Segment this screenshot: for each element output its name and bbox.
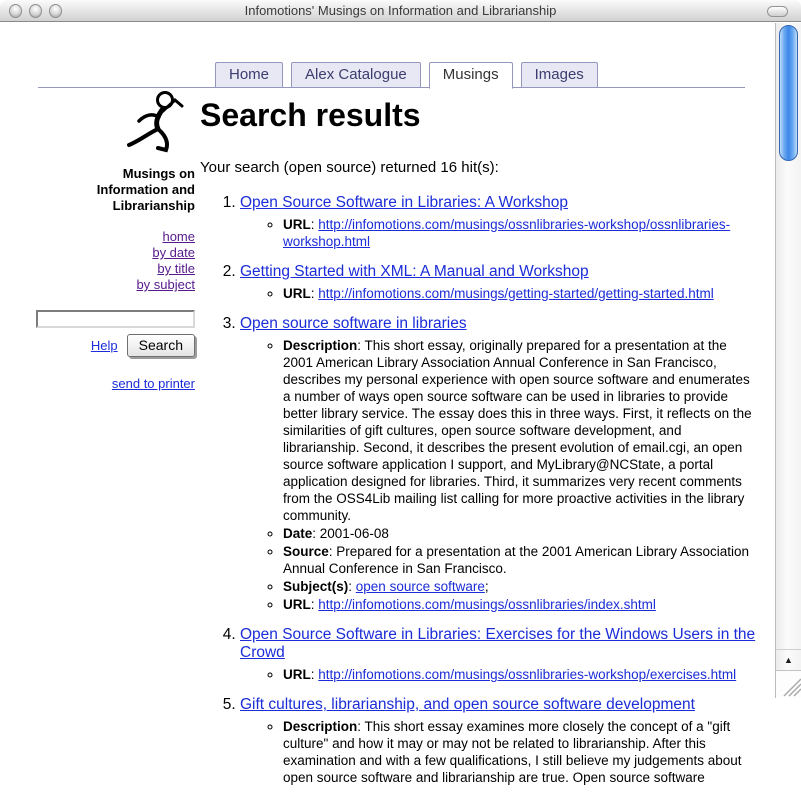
result-detail: Subject(s): open source software; xyxy=(283,578,758,595)
detail-label: Source xyxy=(283,544,329,559)
detail-label: URL xyxy=(283,286,311,301)
zoom-button[interactable] xyxy=(49,4,62,18)
result-title-link[interactable]: Gift cultures, librarianship, and open s… xyxy=(240,696,695,713)
result-detail: URL: http://infomotions.com/musings/ossn… xyxy=(283,596,758,613)
window-title: Infomotions' Musings on Information and … xyxy=(0,0,801,21)
result-detail: Description: This short essay, originall… xyxy=(283,337,758,524)
tab-alex-catalogue[interactable]: Alex Catalogue xyxy=(291,62,421,88)
page-title: Search results xyxy=(200,98,758,134)
window-resize-grip[interactable] xyxy=(776,670,801,698)
site-logo-dancing-figure-icon[interactable] xyxy=(115,90,187,154)
sidebar: Musings on Information and Librarianship… xyxy=(36,90,195,391)
result-details: URL: http://infomotions.com/musings/ossn… xyxy=(240,666,758,683)
tab-images[interactable]: Images xyxy=(521,62,598,88)
sidebar-link-by-subject[interactable]: by subject xyxy=(36,277,195,293)
sidebar-link-by-title[interactable]: by title xyxy=(36,261,195,277)
result-detail: URL: http://infomotions.com/musings/ossn… xyxy=(283,666,758,683)
send-to-printer-link[interactable]: send to printer xyxy=(112,376,195,391)
detail-label: Subject(s) xyxy=(283,579,348,594)
result-details: Description: This short essay, originall… xyxy=(240,337,758,613)
result-item: Getting Started with XML: A Manual and W… xyxy=(240,263,758,302)
results-list: Open Source Software in Libraries: A Wor… xyxy=(200,194,758,786)
result-title-link[interactable]: Getting Started with XML: A Manual and W… xyxy=(240,263,589,280)
sidebar-nav: homeby dateby titleby subject xyxy=(36,229,195,293)
result-item: Open source software in libraries Descrip… xyxy=(240,315,758,613)
result-item: Open Source Software in Libraries: Exerc… xyxy=(240,626,758,684)
result-url-link[interactable]: http://infomotions.com/musings/getting-s… xyxy=(318,286,713,301)
vertical-scrollbar[interactable]: ▲ xyxy=(775,23,801,698)
result-details: URL: http://infomotions.com/musings/gett… xyxy=(240,285,758,302)
search-button[interactable]: Search xyxy=(127,334,195,357)
detail-label: URL xyxy=(283,597,311,612)
result-detail: Date: 2001-06-08 xyxy=(283,525,758,542)
tab-bar: Home Alex Catalogue Musings Images xyxy=(215,62,598,89)
search-input[interactable] xyxy=(36,310,195,328)
sidebar-link-home[interactable]: home xyxy=(36,229,195,245)
result-detail: URL: http://infomotions.com/musings/ossn… xyxy=(283,216,758,250)
result-url-link[interactable]: http://infomotions.com/musings/ossnlibra… xyxy=(283,217,730,249)
result-item: Open Source Software in Libraries: A Wor… xyxy=(240,194,758,250)
result-url-link[interactable]: http://infomotions.com/musings/ossnlibra… xyxy=(318,667,736,682)
tab-home[interactable]: Home xyxy=(215,62,283,88)
site-name-line: Information and xyxy=(36,182,195,198)
search-summary: Your search (open source) returned 16 hi… xyxy=(200,159,758,176)
site-name: Musings on Information and Librarianship xyxy=(36,166,195,214)
subject-link[interactable]: open source software xyxy=(356,579,485,594)
result-title-link[interactable]: Open Source Software in Libraries: Exerc… xyxy=(240,626,755,662)
site-name-line: Musings on xyxy=(36,166,195,182)
result-detail: Description: This short essay examines m… xyxy=(283,718,758,786)
result-detail: URL: http://infomotions.com/musings/gett… xyxy=(283,285,758,302)
sidebar-link-by-date[interactable]: by date xyxy=(36,245,195,261)
window-titlebar: Infomotions' Musings on Information and … xyxy=(0,0,801,22)
detail-label: Description xyxy=(283,719,357,734)
toolbar-toggle-button[interactable] xyxy=(767,6,788,17)
close-button[interactable] xyxy=(9,4,22,18)
result-title-link[interactable]: Open Source Software in Libraries: A Wor… xyxy=(240,194,568,211)
result-title-link[interactable]: Open source software in libraries xyxy=(240,315,467,332)
result-details: URL: http://infomotions.com/musings/ossn… xyxy=(240,216,758,250)
window-controls xyxy=(9,4,62,18)
result-details: Description: This short essay examines m… xyxy=(240,718,758,786)
site-name-line: Librarianship xyxy=(36,198,195,214)
help-link[interactable]: Help xyxy=(91,338,118,353)
result-detail: Source: Prepared for a presentation at t… xyxy=(283,543,758,577)
detail-label: URL xyxy=(283,667,311,682)
scrollbar-thumb[interactable] xyxy=(779,25,798,161)
main-content: Search results Your search (open source)… xyxy=(200,98,758,799)
scroll-up-arrow-icon[interactable]: ▲ xyxy=(776,649,801,670)
detail-label: Date xyxy=(283,526,312,541)
result-item: Gift cultures, librarianship, and open s… xyxy=(240,696,758,786)
detail-label: URL xyxy=(283,217,311,232)
tab-musings[interactable]: Musings xyxy=(429,62,513,89)
result-url-link[interactable]: http://infomotions.com/musings/ossnlibra… xyxy=(318,597,656,612)
detail-label: Description xyxy=(283,338,357,353)
minimize-button[interactable] xyxy=(29,4,42,18)
